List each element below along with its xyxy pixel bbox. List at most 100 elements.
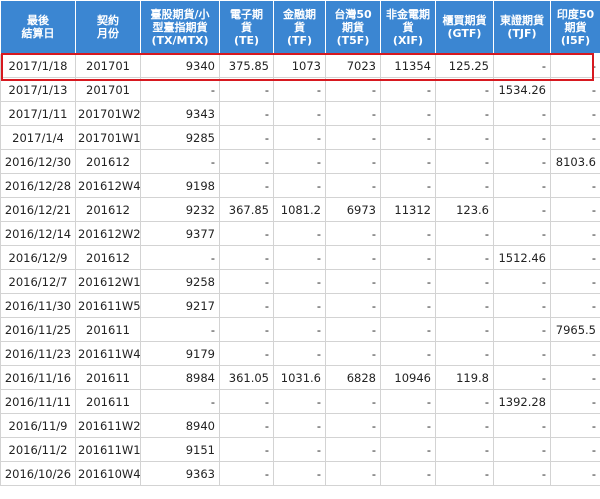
cell-i5f: - bbox=[550, 197, 600, 222]
cell-t5f: - bbox=[325, 101, 381, 126]
cell-tf: - bbox=[273, 389, 326, 414]
table-row: 2016/10/26 201610W4 9363- - - - - - - bbox=[0, 461, 600, 486]
cell-contract-month: 201611 bbox=[75, 317, 141, 342]
cell-tf: - bbox=[273, 293, 326, 318]
column-header-line: 貨 bbox=[402, 20, 414, 34]
column-header-line: (I5F) bbox=[560, 33, 591, 47]
cell-tf: - bbox=[273, 77, 326, 102]
cell-contract-month: 201612 bbox=[75, 245, 141, 270]
column-header-line: (TJF) bbox=[507, 27, 537, 40]
cell-tx-mtx: 8984 bbox=[140, 365, 220, 390]
column-header-line: (XIF) bbox=[392, 33, 424, 47]
cell-tf: 1081.2 bbox=[273, 197, 326, 222]
cell-xif: 11312 bbox=[380, 197, 436, 222]
column-header-line: 印度50 bbox=[556, 7, 595, 21]
cell-gtf: 125.25 bbox=[435, 53, 494, 78]
table-row: 2017/1/13 201701- - - - - -1534.26- bbox=[0, 77, 600, 102]
cell-contract-month: 201610W4 bbox=[75, 461, 141, 486]
cell-tjf: - bbox=[493, 173, 551, 198]
cell-te: - bbox=[219, 413, 274, 438]
column-header-line: 貨 bbox=[294, 20, 305, 34]
table-row: 2016/11/9 201611W2 8940- - - - - - - bbox=[0, 413, 600, 438]
cell-tf: - bbox=[273, 245, 326, 270]
cell-tjf: - bbox=[493, 221, 551, 246]
settlement-table-container: 最後 結算日 契約 月份 臺股期貨/小 型臺指期貨 (TX/MTX) 電子期貨 (TE) 金融期貨… bbox=[0, 0, 600, 499]
column-header-line: (GTF) bbox=[447, 27, 482, 40]
cell-tjf: - bbox=[493, 149, 551, 174]
cell-te: - bbox=[219, 437, 274, 462]
cell-gtf: - bbox=[435, 245, 494, 270]
cell-gtf: - bbox=[435, 125, 494, 150]
column-header-line: 櫃買期貨 bbox=[442, 14, 487, 27]
cell-tx-mtx: 9285 bbox=[140, 125, 220, 150]
cell-tjf: - bbox=[493, 365, 551, 390]
cell-tx-mtx: 9179 bbox=[140, 341, 220, 366]
cell-te: 361.05 bbox=[219, 365, 274, 390]
cell-contract-month: 201611 bbox=[75, 365, 141, 390]
table-row: 2016/12/30 201612- - - - - - -8103.6 bbox=[0, 149, 600, 174]
cell-last-settlement-date: 2016/12/30 bbox=[0, 149, 76, 174]
cell-tf: - bbox=[273, 125, 326, 150]
table-row-highlighted: 2017/1/18 201701 9340 375.85 1073 7023 11354 12… bbox=[0, 53, 600, 78]
table-row: 2016/11/16 201611 8984 361.05 1031.6 6828 1094… bbox=[0, 365, 600, 390]
column-header-xif: 非金電期貨 (XIF) bbox=[380, 0, 436, 54]
cell-contract-month: 201611W2 bbox=[75, 413, 141, 438]
column-header-tx-mtx: 臺股期貨/小 型臺指期貨 (TX/MTX) bbox=[140, 0, 220, 54]
cell-i5f: - bbox=[550, 101, 600, 126]
table-row: 2016/12/7 201612W1 9258- - - - - - - bbox=[0, 269, 600, 294]
cell-xif: - bbox=[380, 269, 436, 294]
cell-i5f: 8103.6 bbox=[550, 149, 600, 174]
cell-te: - bbox=[219, 293, 274, 318]
cell-xif: - bbox=[380, 245, 436, 270]
column-header-line: (TF) bbox=[286, 33, 313, 47]
cell-contract-month: 201611W4 bbox=[75, 341, 141, 366]
cell-tjf: - bbox=[493, 461, 551, 486]
cell-tf: 1031.6 bbox=[273, 365, 326, 390]
cell-last-settlement-date: 2016/11/30 bbox=[0, 293, 76, 318]
cell-t5f: - bbox=[325, 269, 381, 294]
cell-i5f: - bbox=[550, 221, 600, 246]
cell-xif: 10946 bbox=[380, 365, 436, 390]
cell-gtf: - bbox=[435, 317, 494, 342]
column-header-line: (TX/MTX) bbox=[151, 33, 209, 47]
cell-contract-month: 201701 bbox=[75, 77, 141, 102]
cell-tf: - bbox=[273, 269, 326, 294]
cell-tjf: - bbox=[493, 101, 551, 126]
cell-t5f: 7023 bbox=[325, 53, 381, 78]
cell-tjf: - bbox=[493, 53, 551, 78]
table-row: 2016/11/11 201611- - - - - -1392.28- bbox=[0, 389, 600, 414]
cell-gtf: - bbox=[435, 389, 494, 414]
table-row: 2016/12/9 201612- - - - - -1512.46- bbox=[0, 245, 600, 270]
cell-contract-month: 201612W4 bbox=[75, 173, 141, 198]
cell-i5f: - bbox=[550, 389, 600, 414]
cell-xif: - bbox=[380, 149, 436, 174]
cell-gtf: 123.6 bbox=[435, 197, 494, 222]
column-header-contract-month: 契約 月份 bbox=[75, 0, 141, 54]
cell-tf: 1073 bbox=[273, 53, 326, 78]
cell-gtf: - bbox=[435, 437, 494, 462]
cell-contract-month: 201701W1 bbox=[75, 125, 141, 150]
cell-i5f: - bbox=[550, 125, 600, 150]
column-header-last-settlement-date: 最後 結算日 bbox=[0, 0, 76, 54]
cell-last-settlement-date: 2016/11/9 bbox=[0, 413, 76, 438]
cell-tx-mtx: 9217 bbox=[140, 293, 220, 318]
cell-t5f: - bbox=[325, 341, 381, 366]
cell-xif: - bbox=[380, 221, 436, 246]
cell-xif: - bbox=[380, 389, 436, 414]
cell-xif: - bbox=[380, 125, 436, 150]
cell-tjf: - bbox=[493, 197, 551, 222]
column-header-line: 契約 bbox=[97, 14, 119, 27]
cell-gtf: - bbox=[435, 221, 494, 246]
cell-i5f: - bbox=[550, 461, 600, 486]
cell-tjf: 1392.28 bbox=[493, 389, 551, 414]
cell-t5f: - bbox=[325, 173, 381, 198]
column-header-line: 臺股期貨/小 bbox=[150, 7, 210, 21]
cell-i5f: - bbox=[550, 413, 600, 438]
cell-last-settlement-date: 2017/1/4 bbox=[0, 125, 76, 150]
cell-contract-month: 201612 bbox=[75, 197, 141, 222]
cell-tx-mtx: 9363 bbox=[140, 461, 220, 486]
cell-t5f: - bbox=[325, 149, 381, 174]
column-header-line: 東證期貨 bbox=[500, 14, 544, 27]
cell-t5f: - bbox=[325, 389, 381, 414]
cell-tjf: - bbox=[493, 413, 551, 438]
